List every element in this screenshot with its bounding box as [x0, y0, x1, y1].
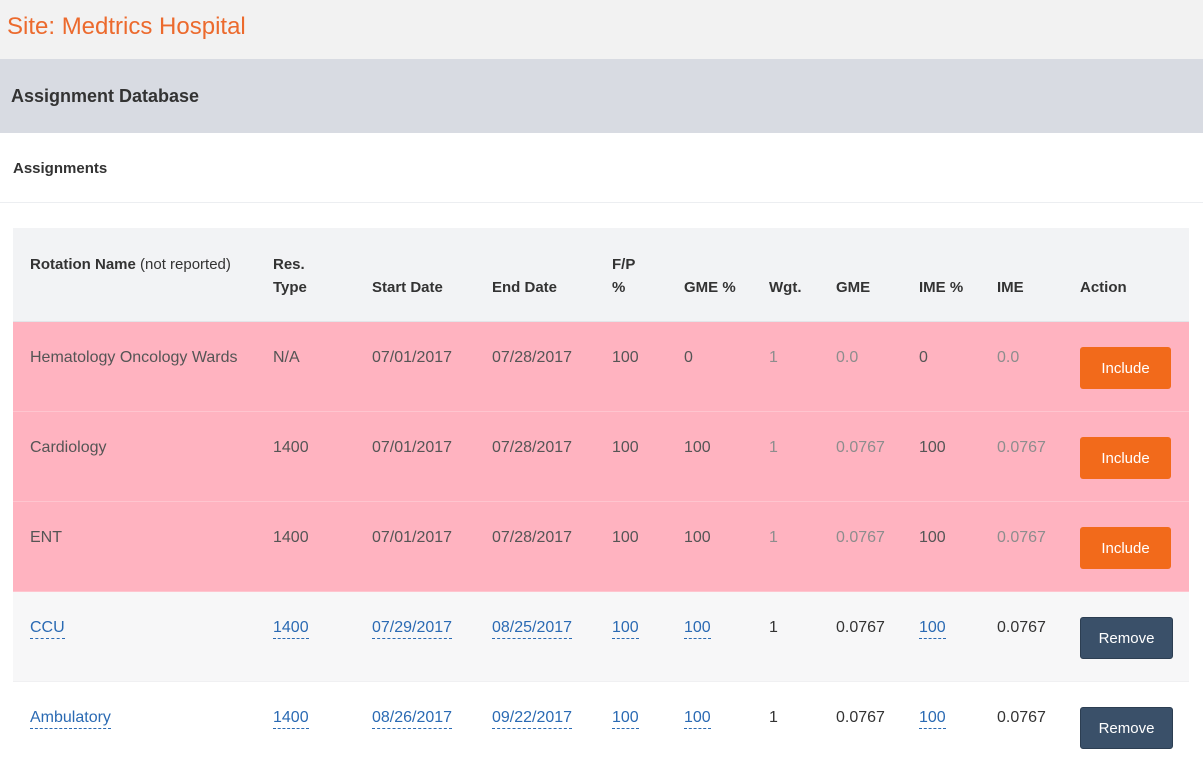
ime-value: 0.0	[997, 349, 1020, 366]
table-header: Rotation Name (not reported) Res. Type S…	[13, 228, 1189, 322]
column-header-wgt: Wgt.	[769, 279, 802, 296]
gme-percent-link[interactable]: 100	[684, 619, 711, 639]
gme-percent: 100	[684, 439, 711, 456]
rotation-name-note: (not reported)	[140, 256, 231, 273]
weight: 1	[769, 349, 778, 366]
column-header-res-type: Res. Type	[273, 253, 307, 299]
weight: 1	[769, 619, 778, 636]
column-header-action: Action	[1080, 279, 1127, 296]
start-date: 07/01/2017	[372, 439, 453, 456]
weight: 1	[769, 709, 778, 726]
end-date-link[interactable]: 09/22/2017	[492, 709, 573, 729]
table-row: Cardiology 1400 07/01/2017 07/28/2017 10…	[13, 412, 1189, 502]
ime-percent-link[interactable]: 100	[919, 709, 946, 729]
column-header-start-date: Start Date	[372, 279, 443, 296]
gme-value: 0.0767	[836, 439, 885, 456]
column-header-fp: F/P %	[612, 253, 635, 299]
column-header-gme: GME	[836, 279, 871, 296]
section-title: Assignment Database	[11, 86, 200, 106]
table-row: CCU 1400 07/29/2017 08/25/2017 100 100 1…	[13, 592, 1189, 682]
end-date-link[interactable]: 08/25/2017	[492, 619, 573, 639]
fp-percent-link[interactable]: 100	[612, 619, 639, 639]
gme-value: 0.0767	[836, 529, 885, 546]
end-date: 07/28/2017	[492, 439, 573, 456]
gme-percent: 0	[684, 349, 693, 366]
remove-button[interactable]: Remove	[1080, 707, 1173, 749]
start-date: 07/01/2017	[372, 529, 453, 546]
rotation-name-label: Rotation Name	[30, 256, 136, 273]
remove-button[interactable]: Remove	[1080, 617, 1173, 659]
include-button[interactable]: Include	[1080, 347, 1171, 389]
column-header-end-date: End Date	[492, 279, 558, 296]
rotation-name-link[interactable]: CCU	[30, 619, 65, 639]
include-button[interactable]: Include	[1080, 437, 1171, 479]
ime-value: 0.0767	[997, 619, 1046, 636]
res-type-link[interactable]: 1400	[273, 619, 309, 639]
gme-value: 0.0	[836, 349, 859, 366]
column-header-ime: IME	[997, 279, 1024, 296]
rotation-name: ENT	[30, 529, 62, 546]
gme-percent-link[interactable]: 100	[684, 709, 711, 729]
start-date-link[interactable]: 07/29/2017	[372, 619, 453, 639]
ime-value: 0.0767	[997, 709, 1046, 726]
gme-value: 0.0767	[836, 709, 885, 726]
start-date: 07/01/2017	[372, 349, 453, 366]
res-type: 1400	[273, 529, 309, 546]
panel-title: Assignments	[13, 160, 108, 177]
assignments-table: Rotation Name (not reported) Res. Type S…	[13, 228, 1189, 767]
table-row: Hematology Oncology Wards N/A 07/01/2017…	[13, 322, 1189, 412]
ime-percent: 0	[919, 349, 928, 366]
gme-value: 0.0767	[836, 619, 885, 636]
fp-percent: 100	[612, 439, 639, 456]
res-type: 1400	[273, 439, 309, 456]
ime-percent: 100	[919, 439, 946, 456]
include-button[interactable]: Include	[1080, 527, 1171, 569]
ime-percent: 100	[919, 529, 946, 546]
weight: 1	[769, 439, 778, 456]
table-row: ENT 1400 07/01/2017 07/28/2017 100 100 1…	[13, 502, 1189, 592]
column-header-rotation-name: Rotation Name (not reported)	[30, 253, 231, 276]
site-bar: Site: Medtrics Hospital	[0, 0, 1203, 59]
ime-value: 0.0767	[997, 529, 1046, 546]
end-date: 07/28/2017	[492, 529, 573, 546]
rotation-name: Hematology Oncology Wards	[30, 349, 238, 366]
fp-percent: 100	[612, 349, 639, 366]
column-header-gme-pct: GME %	[684, 279, 736, 296]
end-date: 07/28/2017	[492, 349, 573, 366]
fp-label-line2: %	[612, 279, 626, 296]
start-date-link[interactable]: 08/26/2017	[372, 709, 453, 729]
column-header-ime-pct: IME %	[919, 279, 964, 296]
ime-value: 0.0767	[997, 439, 1046, 456]
section-header: Assignment Database	[0, 59, 1203, 133]
res-type-link[interactable]: 1400	[273, 709, 309, 729]
table-row: Ambulatory 1400 08/26/2017 09/22/2017 10…	[13, 682, 1189, 767]
fp-percent: 100	[612, 529, 639, 546]
gme-percent: 100	[684, 529, 711, 546]
weight: 1	[769, 529, 778, 546]
res-type-label-line2: Type	[273, 279, 307, 296]
res-type-label-line1: Res.	[273, 256, 305, 273]
res-type: N/A	[273, 349, 300, 366]
rotation-name: Cardiology	[30, 439, 107, 456]
site-title: Site: Medtrics Hospital	[7, 13, 246, 40]
ime-percent-link[interactable]: 100	[919, 619, 946, 639]
fp-label-line1: F/P	[612, 256, 636, 273]
rotation-name-link[interactable]: Ambulatory	[30, 709, 111, 729]
panel-divider	[0, 202, 1203, 203]
fp-percent-link[interactable]: 100	[612, 709, 639, 729]
